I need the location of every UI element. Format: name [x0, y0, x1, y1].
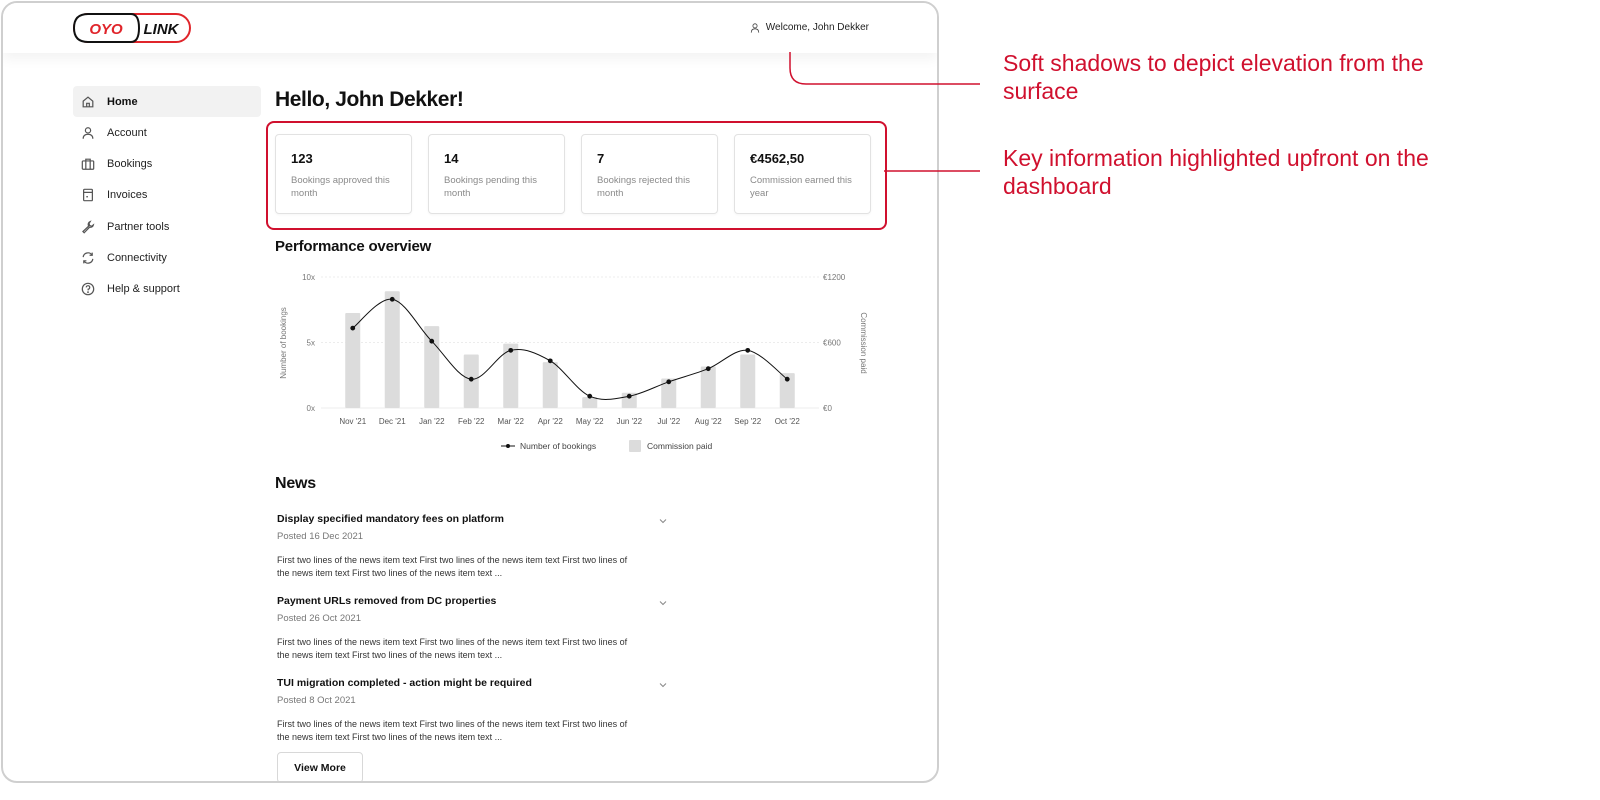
x-tick-label: Jul '22: [657, 417, 680, 426]
news-item[interactable]: Payment URLs removed from DC properties …: [277, 595, 677, 662]
bookings-point: [587, 393, 593, 399]
sidebar-nav: Home Account Bookings Invoices Partner t…: [73, 86, 261, 305]
legend-label: Number of bookings: [520, 441, 596, 451]
bookings-line: [352, 298, 788, 400]
bookings-point: [468, 376, 474, 382]
bookings-point: [784, 376, 790, 382]
annotation-highlight: Key information highlighted upfront on t…: [1003, 145, 1429, 199]
user-icon: [82, 126, 94, 139]
y2-tick-label: €0: [823, 404, 832, 413]
sidebar-item-help[interactable]: Help & support: [73, 274, 261, 305]
view-more-button[interactable]: View More: [277, 752, 363, 781]
x-tick-label: May '22: [576, 417, 604, 426]
bookings-point: [626, 393, 632, 399]
bookings-point: [745, 347, 751, 353]
news-item-date: Posted 16 Dec 2021: [277, 531, 364, 542]
wrench-icon: [82, 220, 95, 234]
bookings-point: [429, 338, 435, 344]
help-icon: [81, 282, 95, 296]
x-tick-label: Jan '22: [419, 417, 445, 426]
sidebar-item-label: Account: [107, 126, 147, 139]
sidebar-item-home[interactable]: Home: [73, 86, 261, 117]
x-tick-label: Dec '21: [379, 417, 406, 426]
news-item-title: Payment URLs removed from DC properties: [277, 595, 497, 607]
bookings-point: [705, 366, 711, 372]
welcome-text: Welcome, John Dekker: [765, 22, 869, 33]
x-tick-label: Sep '22: [734, 417, 761, 426]
bar: [740, 354, 756, 408]
y-tick-label: 0x: [307, 404, 315, 413]
sidebar-item-label: Connectivity: [107, 251, 167, 264]
sidebar-item-label: Invoices: [107, 189, 148, 202]
sync-icon: [82, 252, 94, 264]
legend-line-dot: [506, 444, 510, 448]
sidebar-item-label: Home: [107, 95, 138, 108]
bar: [424, 326, 440, 408]
sidebar-item-bookings[interactable]: Bookings: [73, 149, 261, 180]
chevron-down-icon[interactable]: [659, 599, 667, 607]
sidebar-item-connectivity[interactable]: Connectivity: [73, 242, 261, 273]
y-tick-label: 5x: [307, 339, 315, 348]
bookings-point: [666, 379, 672, 385]
news-title: News: [275, 475, 316, 492]
sidebar-item-partner-tools[interactable]: Partner tools: [73, 211, 261, 242]
legend-label: Commission paid: [647, 441, 712, 451]
y2-axis-label: Commission paid: [859, 312, 868, 373]
sidebar-item-label: Help & support: [107, 283, 180, 296]
bar: [582, 397, 598, 408]
bar: [542, 362, 558, 408]
user-icon: [750, 22, 759, 33]
performance-chart: 0x 5x 10x €0 €600 €1200 Number of bookings Comm…: [275, 265, 885, 465]
bookings-point: [389, 296, 395, 302]
user-menu[interactable]: Welcome, John Dekker: [750, 22, 869, 33]
y2-tick-label: €1200: [823, 273, 846, 282]
y-axis-label: Number of bookings: [279, 307, 288, 379]
y2-tick-label: €600: [823, 339, 841, 348]
news-item-date: Posted 26 Oct 2021: [277, 613, 361, 624]
legend-bar-swatch: [629, 440, 641, 452]
x-tick-label: Jun '22: [616, 417, 642, 426]
bookings-point: [350, 325, 356, 331]
oyo-link-logo[interactable]: OYO LINK: [73, 13, 191, 43]
news-item[interactable]: TUI migration completed - action might b…: [277, 677, 677, 744]
home-icon: [82, 95, 94, 107]
y-tick-label: 10x: [302, 273, 315, 282]
news-item-text: First two lines of the news item text Fi…: [277, 637, 628, 660]
bar: [700, 366, 716, 408]
x-tick-label: Feb '22: [458, 417, 485, 426]
news-item-text: First two lines of the news item text Fi…: [277, 555, 628, 578]
sidebar-item-invoices[interactable]: Invoices: [73, 180, 261, 211]
news-item-date: Posted 8 Oct 2021: [277, 695, 356, 706]
news-item-title: Display specified mandatory fees on plat…: [277, 513, 504, 525]
annotation-connector-shadow: [789, 52, 980, 85]
sidebar-item-label: Bookings: [107, 158, 153, 171]
performance-title: Performance overview: [275, 238, 432, 255]
x-tick-label: Aug '22: [695, 417, 722, 426]
chart-svg: 0x 5x 10x €0 €600 €1200 Number of bookings Comm…: [279, 273, 868, 452]
bookings-point: [547, 358, 553, 364]
news-item-text: First two lines of the news item text Fi…: [277, 719, 628, 742]
bar: [384, 291, 400, 408]
invoice-icon: [83, 189, 93, 202]
news-item[interactable]: Display specified mandatory fees on plat…: [277, 513, 677, 580]
x-tick-label: Oct '22: [775, 417, 801, 426]
sidebar-item-label: Partner tools: [107, 220, 170, 233]
chevron-down-icon[interactable]: [659, 517, 667, 525]
sidebar-item-account[interactable]: Account: [73, 117, 261, 148]
bookings-point: [508, 347, 514, 353]
x-tick-label: Nov '21: [339, 417, 366, 426]
chevron-down-icon[interactable]: [659, 681, 667, 689]
news-item-title: TUI migration completed - action might b…: [277, 677, 532, 689]
briefcase-icon: [81, 158, 95, 170]
annotation-connectors: [789, 52, 980, 172]
x-tick-label: Mar '22: [498, 417, 525, 426]
logo-right-text: LINK: [144, 21, 180, 38]
logo-left-text: OYO: [89, 21, 123, 38]
annotation-shadow: Soft shadows to depict elevation from th…: [1003, 50, 1424, 104]
x-tick-label: Apr '22: [538, 417, 564, 426]
